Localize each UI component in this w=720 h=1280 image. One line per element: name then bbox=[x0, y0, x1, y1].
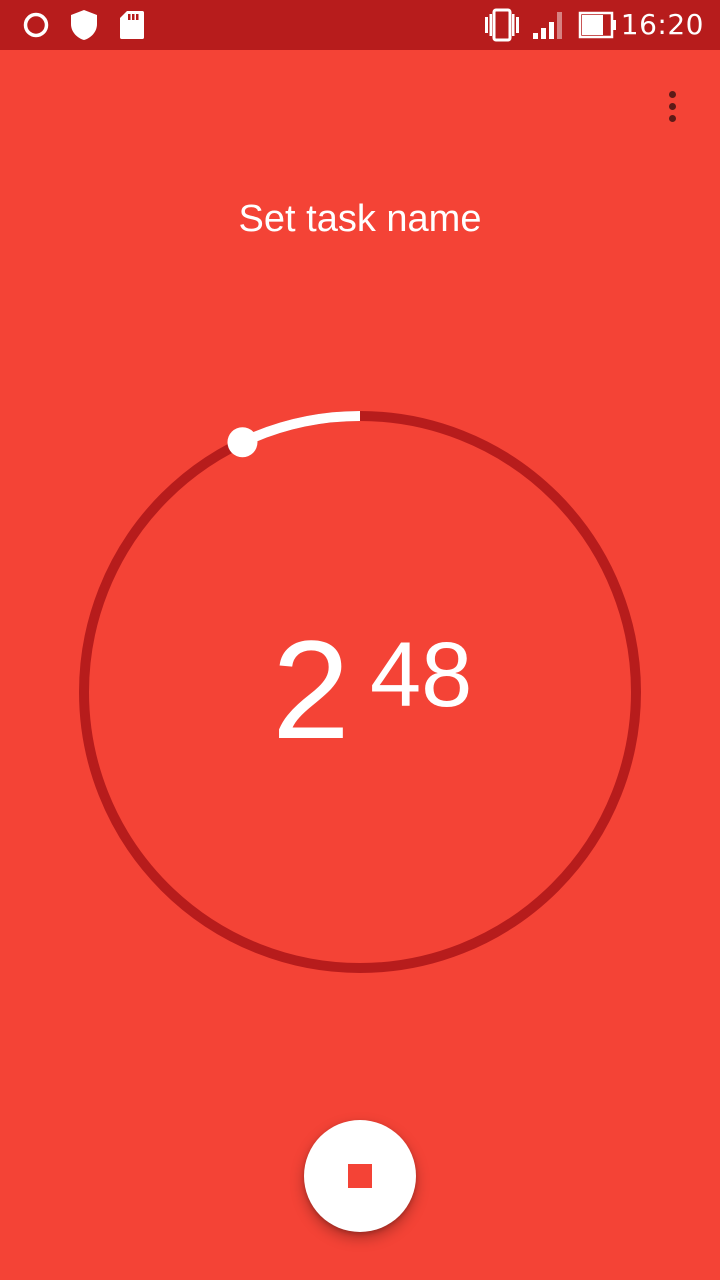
circle-icon bbox=[22, 0, 50, 50]
task-name-label[interactable]: Set task name bbox=[0, 198, 720, 241]
stop-icon bbox=[348, 1164, 372, 1188]
timer-progress-knob bbox=[227, 427, 258, 458]
sd-card-icon bbox=[118, 0, 146, 50]
status-bar: 16:20 bbox=[0, 0, 720, 50]
time-display: 2 48 bbox=[0, 610, 720, 770]
timer-progress-arc bbox=[240, 411, 361, 447]
timer-seconds: 48 bbox=[370, 624, 473, 726]
battery-icon bbox=[578, 0, 618, 50]
status-time: 16:20 bbox=[620, 8, 704, 41]
more-options-button[interactable] bbox=[648, 80, 696, 132]
more-vert-icon bbox=[668, 90, 676, 98]
signal-icon bbox=[532, 0, 566, 50]
timer-screen: Set task name 2 48 bbox=[0, 50, 720, 1280]
shield-icon bbox=[68, 0, 100, 50]
stop-button[interactable] bbox=[304, 1120, 416, 1232]
vibrate-icon bbox=[482, 0, 522, 50]
timer-minutes: 2 bbox=[272, 611, 350, 768]
